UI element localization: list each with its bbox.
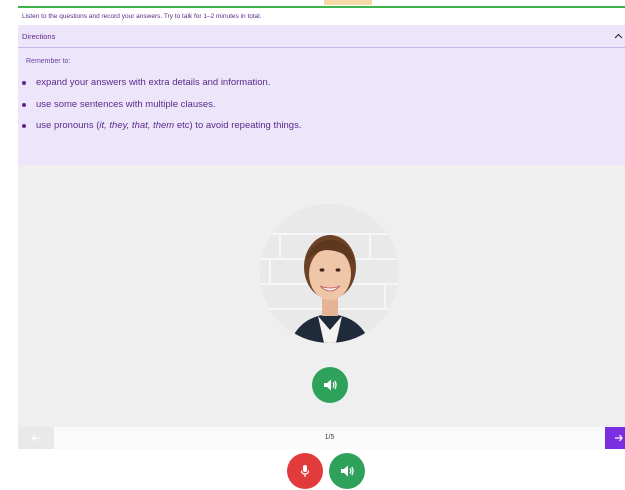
tip-item: expand your answers with extra details a… xyxy=(18,77,625,88)
next-button[interactable] xyxy=(605,427,625,449)
directions-label: Directions xyxy=(22,31,56,41)
microphone-icon xyxy=(300,465,310,477)
record-button[interactable] xyxy=(287,453,323,489)
speaker-icon xyxy=(341,465,354,477)
tips-list: expand your answers with extra details a… xyxy=(18,77,625,131)
page-indicator: 1/5 xyxy=(324,434,335,441)
chevron-up-icon[interactable] xyxy=(614,31,623,42)
top-tab-indicator xyxy=(324,0,372,5)
playback-button[interactable] xyxy=(329,453,365,489)
directions-panel: Directions Remember to: expand your answ… xyxy=(18,25,625,165)
tip-text-italic: it, they, that, them xyxy=(99,120,175,131)
arrow-right-icon xyxy=(615,434,623,442)
play-question-button[interactable] xyxy=(312,367,348,403)
tip-text-after: etc) to avoid repeating things. xyxy=(174,120,302,131)
progress-track: 1/5 xyxy=(54,427,605,449)
tip-item: use pronouns (it, they, that, them etc) … xyxy=(18,120,625,131)
speaker-avatar xyxy=(260,204,399,343)
tip-item: use some sentences with multiple clauses… xyxy=(18,99,625,110)
previous-button[interactable] xyxy=(18,427,54,449)
remember-label: Remember to: xyxy=(26,58,71,65)
arrow-left-icon xyxy=(31,434,40,442)
speaker-icon xyxy=(324,379,337,391)
directions-header[interactable]: Directions xyxy=(18,25,625,48)
task-instructions: Listen to the questions and record your … xyxy=(18,8,625,25)
task-frame: Listen to the questions and record your … xyxy=(18,0,625,490)
question-navigation: 1/5 xyxy=(18,427,625,449)
tip-text-before: use pronouns ( xyxy=(36,120,100,131)
top-accent-bar xyxy=(18,0,625,8)
